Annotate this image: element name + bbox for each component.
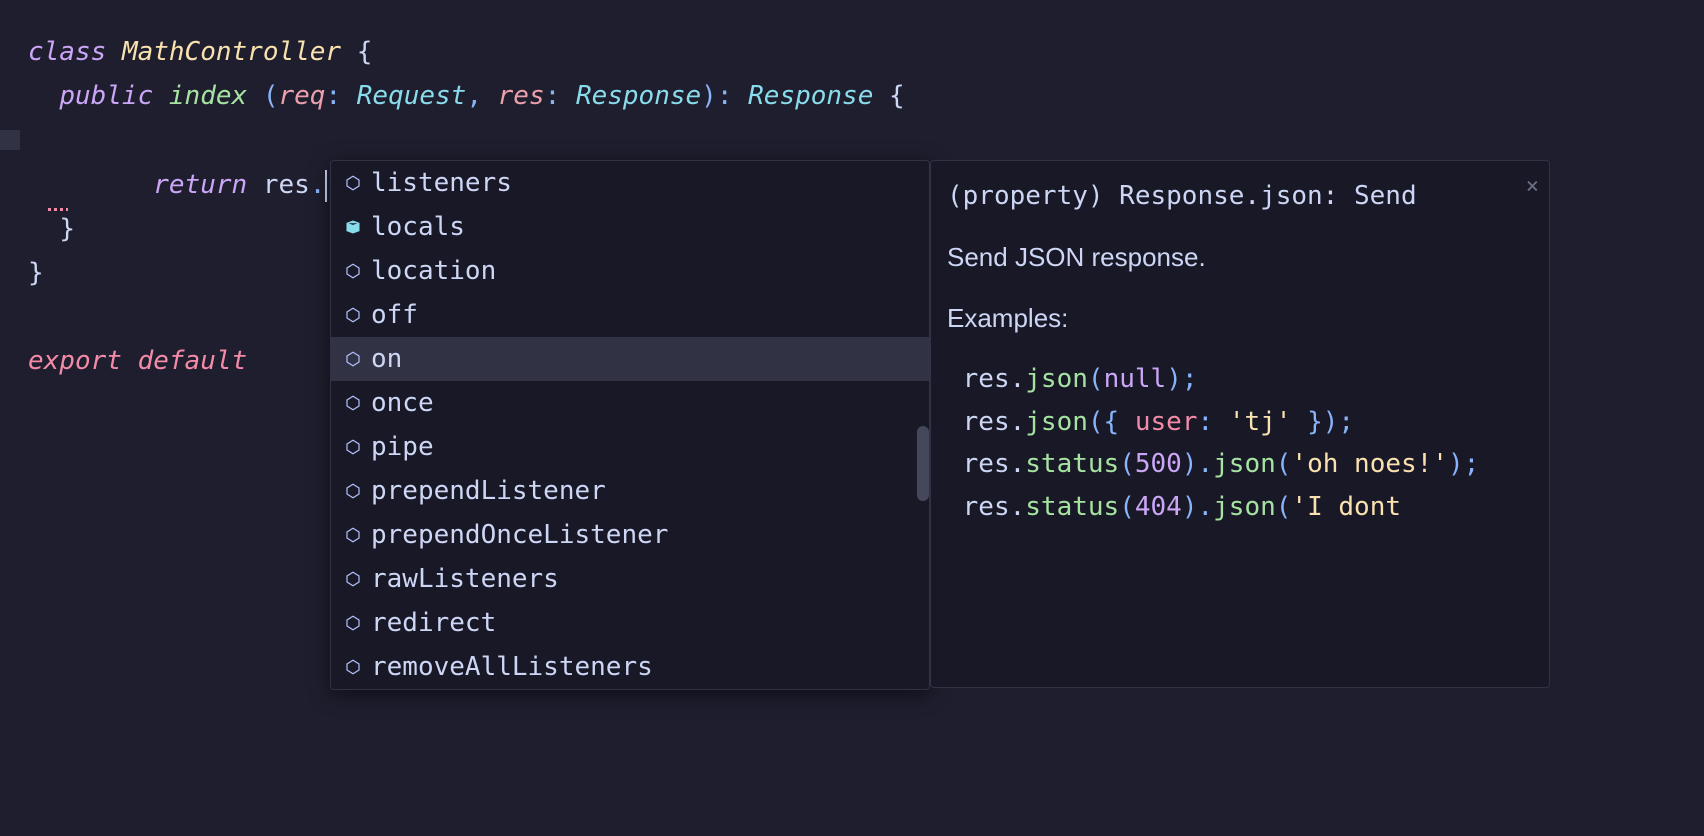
suggestion-item-once[interactable]: once [331, 381, 929, 425]
keyword-default: default [138, 346, 248, 376]
documentation-popup: × (property) Response.json: Send Send JS… [930, 160, 1550, 688]
breakpoint-gutter[interactable] [0, 130, 20, 150]
keyword-class: class [28, 37, 106, 67]
suggestion-label: prependListener [371, 476, 606, 506]
return-type: Response [748, 81, 873, 111]
suggestion-label: removeAllListeners [371, 652, 653, 682]
text-cursor [325, 170, 327, 202]
paren-open: ( [263, 81, 279, 111]
class-name: MathController [122, 37, 341, 67]
method-icon [343, 657, 363, 677]
suggestion-item-locals[interactable]: locals [331, 205, 929, 249]
type-response: Response [576, 81, 701, 111]
method-icon [343, 305, 363, 325]
code-line-2[interactable]: public index (req: Request, res: Respons… [28, 74, 1676, 118]
suggestion-label: listeners [371, 168, 512, 198]
suggestion-label: location [371, 256, 496, 286]
colon: : [717, 81, 733, 111]
brace-close: } [28, 258, 44, 288]
keyword-public: public [59, 81, 153, 111]
method-icon [343, 481, 363, 501]
suggestion-label: once [371, 388, 434, 418]
method-icon [343, 349, 363, 369]
close-icon[interactable]: × [1526, 169, 1539, 205]
colon: : [325, 81, 341, 111]
paren-close: ) [701, 81, 717, 111]
suggestion-label: locals [371, 212, 465, 242]
suggestion-item-pipe[interactable]: pipe [331, 425, 929, 469]
suggestion-item-prependOnceListener[interactable]: prependOnceListener [331, 513, 929, 557]
suggestion-item-redirect[interactable]: redirect [331, 601, 929, 645]
suggestion-label: rawListeners [371, 564, 559, 594]
method-icon [343, 437, 363, 457]
suggestion-label: redirect [371, 608, 496, 638]
suggestion-label: on [371, 344, 402, 374]
suggestion-item-removeAllListeners[interactable]: removeAllListeners [331, 645, 929, 689]
method-icon [343, 173, 363, 193]
param-req: req [278, 81, 325, 111]
comma: , [466, 81, 482, 111]
suggestion-item-rawListeners[interactable]: rawListeners [331, 557, 929, 601]
scrollbar-thumb[interactable] [917, 426, 929, 501]
doc-signature: (property) Response.json: Send [947, 175, 1533, 218]
method-icon [343, 261, 363, 281]
colon: : [545, 81, 561, 111]
suggestion-item-prependListener[interactable]: prependListener [331, 469, 929, 513]
doc-description: Send JSON response. [947, 236, 1533, 279]
code-line-1[interactable]: class MathController { [28, 30, 1676, 74]
suggestion-item-off[interactable]: off [331, 293, 929, 337]
doc-examples: res.json(null); res.json({ user: 'tj' })… [947, 358, 1533, 530]
method-icon [343, 393, 363, 413]
doc-examples-label: Examples: [947, 297, 1533, 340]
suggestion-item-on[interactable]: on [331, 337, 929, 381]
param-res: res [498, 81, 545, 111]
property-icon [343, 217, 363, 237]
autocomplete-popup[interactable]: listeners locals location off on once pipe prep… [330, 160, 930, 690]
type-request: Request [357, 81, 467, 111]
method-icon [343, 525, 363, 545]
dot-operator: . [310, 170, 326, 200]
brace-open: { [889, 81, 905, 111]
error-underline [48, 208, 68, 211]
suggestion-item-location[interactable]: location [331, 249, 929, 293]
keyword-return: return [153, 170, 247, 200]
method-icon [343, 569, 363, 589]
method-name: index [169, 81, 247, 111]
suggestion-label: pipe [371, 432, 434, 462]
keyword-export: export [28, 346, 122, 376]
brace-close: } [59, 214, 75, 244]
variable-res: res [263, 170, 310, 200]
suggestion-label: prependOnceListener [371, 520, 668, 550]
suggestion-label: off [371, 300, 418, 330]
suggestion-item-listeners[interactable]: listeners [331, 161, 929, 205]
method-icon [343, 613, 363, 633]
brace-open: { [357, 37, 373, 67]
